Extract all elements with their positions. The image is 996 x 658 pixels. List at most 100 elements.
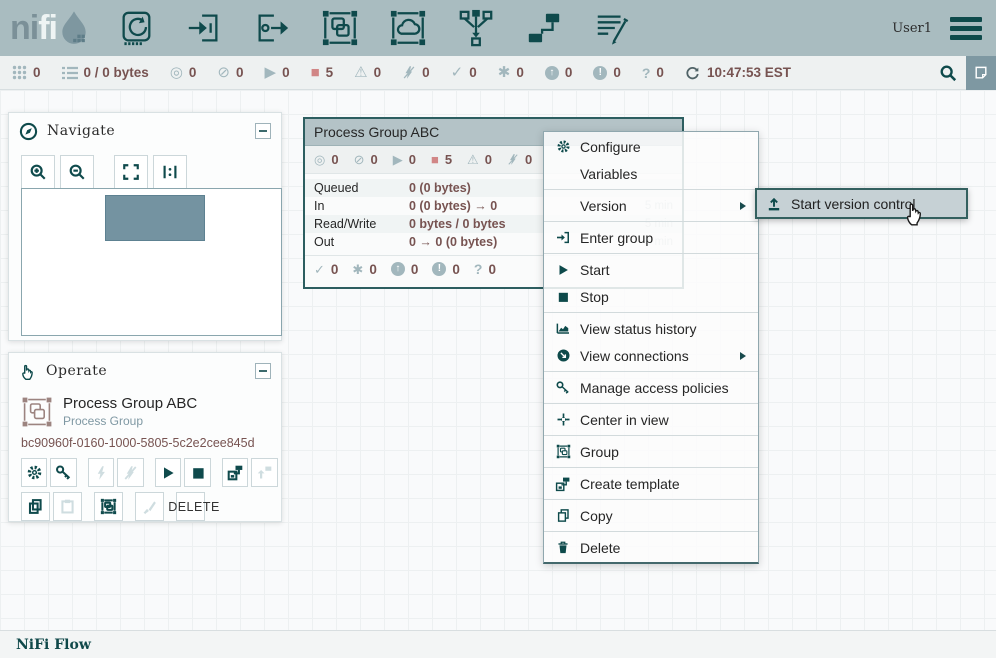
submenu-item-label: Start version control (791, 196, 916, 212)
birdseye-minimap[interactable] (21, 188, 282, 336)
processor-icon[interactable] (117, 8, 155, 48)
menu-item-enter-group[interactable]: Enter group (544, 224, 758, 251)
menu-item-label: Enter group (580, 230, 748, 246)
arrow-up-circle-icon: ↑ (391, 262, 405, 276)
crosshair-icon (554, 412, 572, 427)
menu-item-manage-access-policies[interactable]: Manage access policies (544, 374, 758, 401)
drop-icon (59, 8, 89, 48)
delete-button[interactable]: DELETE (176, 492, 205, 521)
upload-icon (766, 196, 782, 212)
breadcrumb[interactable]: NiFi Flow (16, 637, 91, 653)
menu-item-label: View connections (580, 348, 732, 364)
process-group-icon[interactable] (321, 8, 359, 48)
zoom-in-button[interactable] (21, 155, 55, 189)
menu-item-version[interactable]: Version (544, 192, 758, 219)
locally-modified-stale-stat: ! 0 (593, 65, 621, 80)
menu-item-stop[interactable]: Stop (544, 283, 758, 310)
up-to-date-stat: ✓ 0 (451, 65, 477, 80)
menu-item-start[interactable]: Start (544, 256, 758, 283)
queued-list-icon (62, 66, 78, 80)
disabled-stat: 0 (402, 65, 430, 80)
label-icon[interactable] (593, 8, 631, 48)
menu-item-copy[interactable]: Copy (544, 502, 758, 529)
stopped-count: 5 (326, 65, 334, 80)
stop-button[interactable] (184, 458, 210, 487)
threads-grid-icon (12, 65, 27, 80)
row-label: Queued (314, 181, 409, 195)
pg-locally-modified-count: 0 (369, 262, 377, 277)
menu-item-label: Variables (580, 166, 748, 182)
menu-separator (544, 253, 758, 254)
paste-button[interactable] (53, 492, 82, 521)
menu-item-label: Start (580, 262, 748, 278)
current-user[interactable]: User1 (892, 21, 932, 36)
search-button[interactable] (930, 56, 966, 90)
menu-item-configure[interactable]: Configure (544, 133, 758, 160)
upload-template-button[interactable] (251, 458, 277, 487)
funnel-icon[interactable] (457, 8, 495, 48)
asterisk-icon: ✱ (352, 263, 363, 276)
minimap-viewport[interactable] (105, 195, 205, 241)
zoom-fit-button[interactable] (114, 155, 148, 189)
save-template-button[interactable] (222, 458, 248, 487)
process-group-title: Process Group ABC (314, 124, 439, 140)
zoom-out-button[interactable] (60, 155, 94, 189)
selected-component-id: bc90960f-0160-1000-5805-5c2e2cee845d (9, 430, 281, 458)
pg-running-count: 0 (409, 152, 416, 167)
menu-item-create-template[interactable]: Create template (544, 470, 758, 497)
pg-disabled-count: 0 (525, 152, 532, 167)
menu-item-group[interactable]: Group (544, 438, 758, 465)
transmitting-icon: ◎ (314, 153, 325, 166)
question-icon: ? (474, 261, 483, 277)
navigate-title: Navigate (47, 123, 246, 139)
collapse-navigate-button[interactable] (255, 123, 271, 139)
running-count: 0 (282, 65, 290, 80)
menu-item-delete[interactable]: Delete (544, 534, 758, 561)
enable-button[interactable] (88, 458, 114, 487)
pg-locally-modified-stale-count: 0 (452, 262, 460, 277)
group-button[interactable] (94, 492, 123, 521)
menu-item-center-in-view[interactable]: Center in view (544, 406, 758, 433)
queued-count: 0 / 0 bytes (84, 65, 149, 80)
menu-separator (544, 403, 758, 404)
pg-sync-failure-count: 0 (488, 262, 496, 277)
copy-button[interactable] (21, 492, 50, 521)
input-port-icon[interactable] (185, 8, 223, 48)
menu-item-label: Version (580, 198, 732, 214)
fill-color-button[interactable] (135, 492, 164, 521)
bulletin-panel-toggle[interactable] (966, 56, 996, 90)
arrow-up-circle-icon: ↑ (545, 66, 559, 80)
menu-item-view-status-history[interactable]: View status history (544, 315, 758, 342)
menu-item-label: Configure (580, 139, 748, 155)
refresh-status[interactable]: 10:47:53 EST (685, 65, 791, 80)
page-icon (973, 65, 989, 81)
access-policies-button[interactable] (50, 458, 76, 487)
operate-title: Operate (46, 363, 246, 379)
disable-button[interactable] (117, 458, 143, 487)
area-chart-icon (554, 321, 572, 336)
selected-process-group-icon (21, 396, 53, 428)
submenu-arrow-icon (740, 202, 746, 210)
menu-item-view-connections[interactable]: View connections (544, 342, 758, 369)
output-port-icon[interactable] (253, 8, 291, 48)
copy-icon (554, 508, 572, 523)
start-button[interactable] (155, 458, 181, 487)
selected-component-type: Process Group (63, 414, 197, 428)
zoom-actual-size-button[interactable] (153, 155, 187, 189)
global-menu-icon[interactable] (950, 17, 982, 40)
component-toolbar (117, 8, 631, 48)
configure-button[interactable] (21, 458, 47, 487)
hand-icon (19, 362, 37, 381)
template-icon[interactable] (525, 8, 563, 48)
menu-item-variables[interactable]: Variables (544, 160, 758, 187)
compass-icon (19, 122, 38, 141)
delete-button-label: DELETE (168, 500, 220, 514)
menu-item-label: Center in view (580, 412, 748, 428)
remote-process-group-icon[interactable] (389, 8, 427, 48)
flow-canvas[interactable]: Process Group ABC ◎ 0 ⊘ 0 ▶ 0 ■ 5 ⚠ 0 0 (0, 90, 996, 630)
menu-separator (544, 499, 758, 500)
connections-icon (554, 348, 572, 363)
collapse-operate-button[interactable] (255, 363, 271, 379)
menu-item-label: View status history (580, 321, 748, 337)
submenu-start-version-control[interactable]: Start version control (755, 188, 968, 219)
